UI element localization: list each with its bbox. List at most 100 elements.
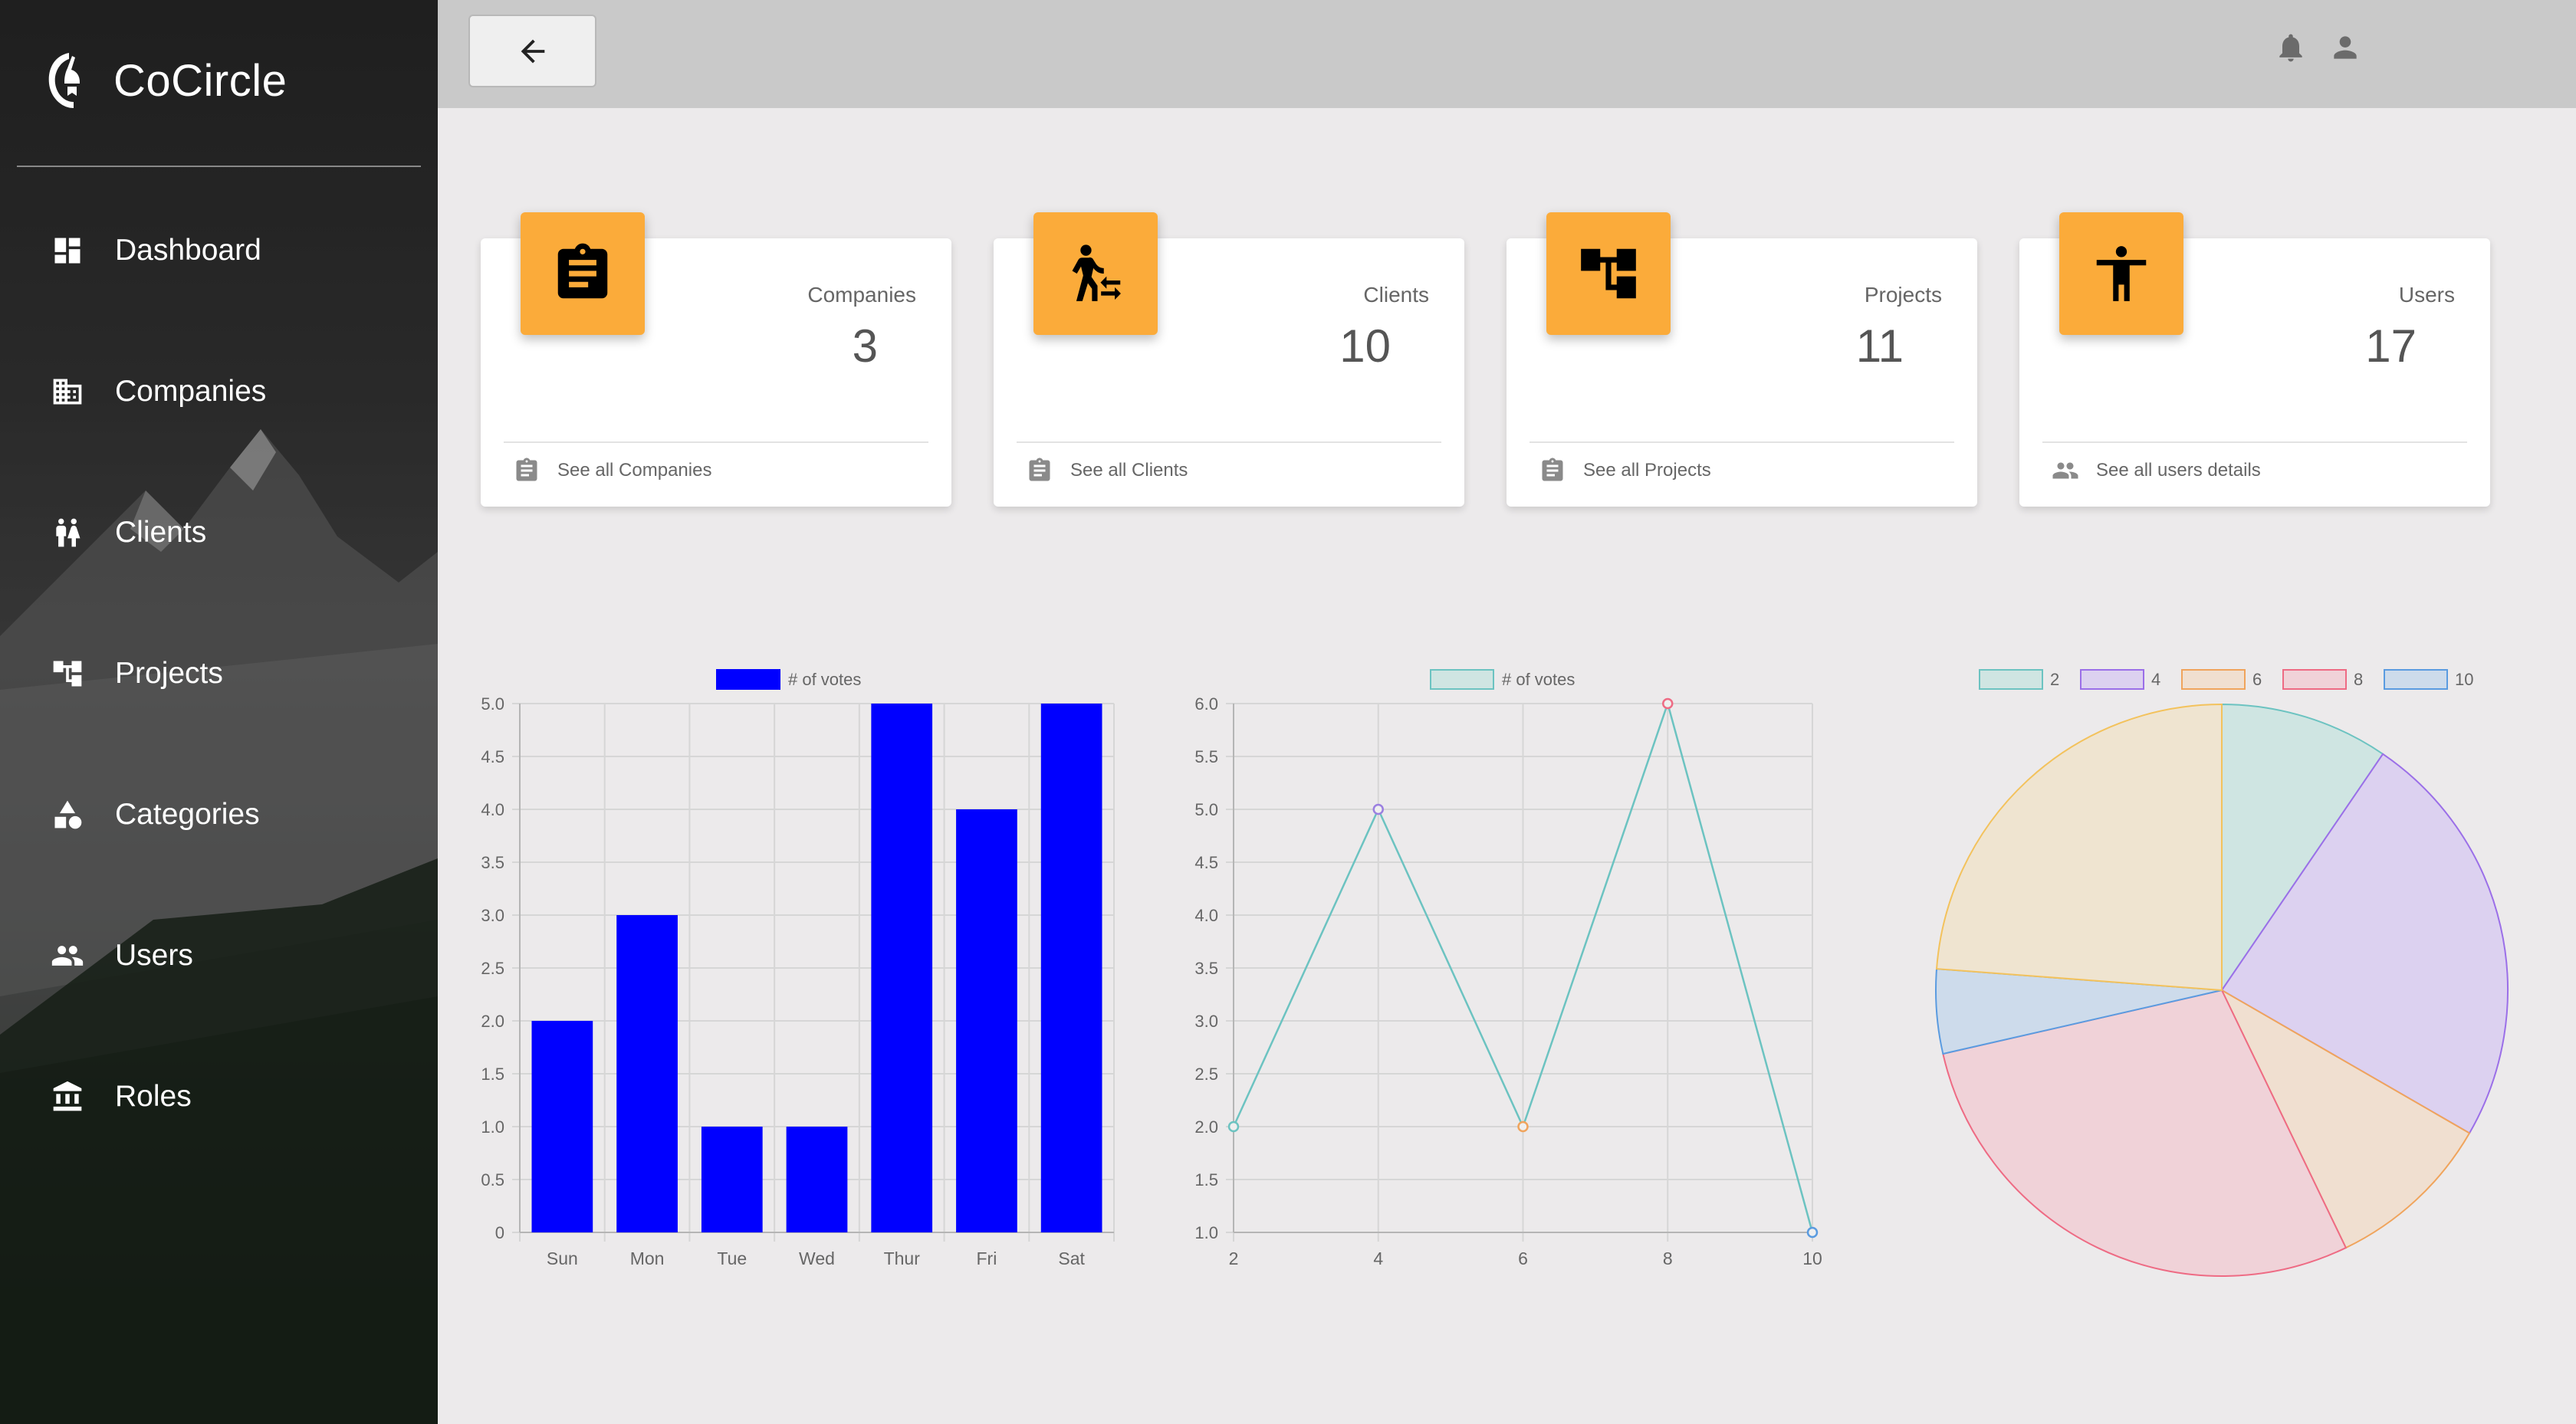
sidebar-item-label: Projects — [115, 657, 223, 690]
bar — [531, 1021, 593, 1232]
data-point — [1227, 1120, 1240, 1133]
data-point — [1806, 1226, 1819, 1239]
data-point — [1662, 697, 1674, 710]
back-button[interactable] — [468, 15, 596, 87]
y-tick-label: 5.0 — [481, 694, 504, 714]
legend-swatch — [2080, 669, 2144, 690]
card-badge — [1546, 212, 1671, 335]
clipboard-icon — [516, 458, 537, 481]
card-value: 11 — [1855, 320, 1904, 372]
y-tick-label: 1.0 — [1194, 1223, 1218, 1242]
x-tick-label: 4 — [1373, 1248, 1383, 1268]
person-icon — [2334, 36, 2357, 59]
x-tick-label: Wed — [799, 1248, 835, 1268]
bar — [616, 915, 678, 1232]
legend-label: 2 — [2050, 670, 2059, 689]
bar — [1040, 704, 1102, 1232]
bar — [701, 1127, 763, 1232]
sidebar-item-label: Companies — [115, 375, 267, 408]
see-all-clients-link[interactable]: See all Clients — [1026, 457, 1188, 484]
sidebar-overlay — [0, 0, 438, 1424]
y-tick-label: 3.0 — [1194, 1012, 1218, 1031]
card-value: 3 — [852, 320, 878, 372]
user-menu-button[interactable] — [2328, 31, 2362, 64]
card-link-label: See all Companies — [557, 460, 712, 481]
sidebar-item-roles[interactable]: Roles — [0, 1062, 438, 1131]
legend-label: # of votes — [1502, 670, 1575, 689]
stat-card-companies: Companies 3 See all Companies — [481, 212, 951, 507]
card-badge — [521, 212, 645, 335]
card-title: Clients — [1363, 283, 1429, 307]
group-icon — [51, 939, 84, 973]
clipboard-icon — [1542, 458, 1563, 481]
card-value: 10 — [1339, 320, 1391, 372]
y-tick-label: 4.0 — [1194, 906, 1218, 925]
notification-button[interactable] — [2274, 31, 2308, 64]
see-all-projects-link[interactable]: See all Projects — [1539, 457, 1711, 484]
legend-swatch — [2181, 669, 2246, 690]
y-tick-label: 0 — [495, 1223, 504, 1242]
bar — [871, 704, 933, 1232]
roles-icon — [51, 1080, 84, 1114]
sidebar-item-projects[interactable]: Projects — [0, 639, 438, 708]
legend-label: 10 — [2455, 670, 2473, 689]
dashboard-icon — [51, 234, 84, 267]
sidebar-item-users[interactable]: Users — [0, 921, 438, 990]
card-divider — [504, 441, 928, 443]
pie-chart: 2 4 6 8 10 — [1935, 669, 2509, 1277]
x-tick-label: 6 — [1518, 1248, 1528, 1268]
sidebar-item-categories[interactable]: Categories — [0, 780, 438, 849]
group-icon — [2052, 462, 2078, 479]
card-title: Users — [2398, 283, 2455, 307]
legend-label: 6 — [2252, 670, 2262, 689]
card-title: Projects — [1864, 283, 1942, 307]
legend-label: # of votes — [788, 670, 861, 689]
x-tick-label: Mon — [630, 1248, 665, 1268]
y-tick-label: 6.0 — [1194, 694, 1218, 714]
person-transfer-icon — [1072, 244, 1121, 301]
sidebar-item-dashboard[interactable]: Dashboard — [0, 216, 438, 285]
brand-name: CoCircle — [113, 55, 288, 106]
clipboard-icon — [1029, 458, 1050, 481]
sidebar-item-label: Categories — [115, 798, 260, 831]
bar-chart: # of votes 0 0.5 1.0 1.5 2.0 2.5 3.0 3.5 4.0 4.5 5.… — [481, 669, 1115, 1268]
see-all-companies-link[interactable]: See all Companies — [513, 457, 711, 484]
sidebar-item-label: Clients — [115, 516, 207, 549]
y-tick-label: 1.0 — [481, 1117, 504, 1137]
bar — [786, 1127, 848, 1232]
y-tick-label: 2.5 — [481, 959, 504, 978]
card-badge — [2059, 212, 2183, 335]
sidebar: CoCircle Dashboard Companies Clients Pro… — [0, 0, 438, 1424]
sidebar-item-clients[interactable]: Clients — [0, 498, 438, 567]
stat-card-clients: Clients 10 See all Clients — [994, 212, 1464, 507]
y-tick-label: 4.5 — [481, 747, 504, 766]
sidebar-item-companies[interactable]: Companies — [0, 357, 438, 426]
stat-card-users: Users 17 See all users details — [2019, 212, 2490, 507]
card-title: Companies — [807, 283, 916, 307]
cocircle-logo-icon — [48, 53, 80, 108]
legend-label: 8 — [2354, 670, 2363, 689]
y-tick-label: 2.0 — [481, 1012, 504, 1031]
building-icon — [51, 375, 84, 408]
card-value: 17 — [2365, 320, 2417, 372]
y-tick-label: 4.0 — [481, 800, 504, 819]
legend-label: 4 — [2151, 670, 2160, 689]
legend-swatch — [716, 669, 780, 690]
y-tick-label: 3.0 — [481, 906, 504, 925]
legend-swatch — [1430, 669, 1494, 690]
legend-swatch — [2282, 669, 2347, 690]
card-link-label: See all Projects — [1583, 460, 1711, 481]
brand[interactable]: CoCircle — [44, 46, 287, 115]
x-tick-label: 2 — [1229, 1248, 1239, 1268]
x-tick-label: 10 — [1802, 1248, 1822, 1268]
card-divider — [2042, 441, 2467, 443]
card-divider — [1530, 441, 1954, 443]
bell-icon — [2279, 34, 2302, 62]
card-link-label: See all Clients — [1070, 460, 1188, 481]
card-divider — [1017, 441, 1441, 443]
sidebar-divider — [17, 166, 421, 167]
x-tick-label: Sat — [1058, 1248, 1085, 1268]
sidebar-item-label: Dashboard — [115, 234, 261, 267]
pie-slice — [1935, 703, 2223, 992]
see-all-users-link[interactable]: See all users details — [2052, 457, 2261, 484]
